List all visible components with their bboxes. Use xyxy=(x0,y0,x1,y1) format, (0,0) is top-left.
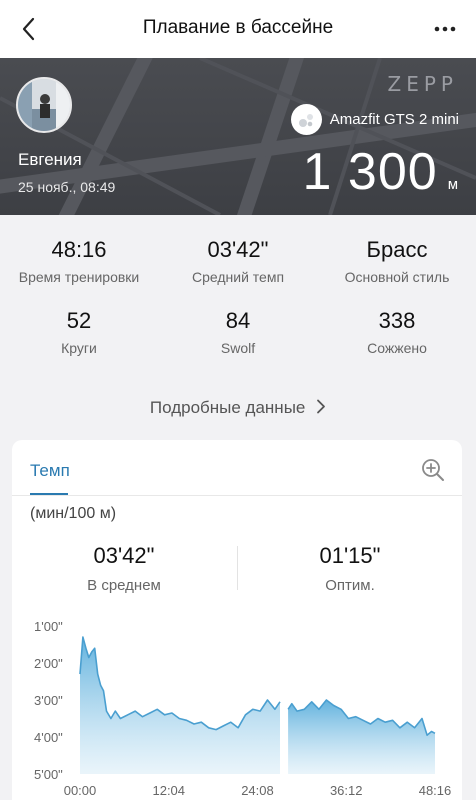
stat-value: Брасс xyxy=(366,237,428,262)
workout-header: ZEPP Евгения 25 нояб., 08:49 Amazfit GTS… xyxy=(0,58,476,215)
device-info: Amazfit GTS 2 mini xyxy=(290,104,459,135)
metric-optimal: 01'15" Оптим. xyxy=(250,543,450,594)
stat-label: Swolf xyxy=(220,340,256,356)
stat-label: Основной стиль xyxy=(344,269,450,285)
x-tick-label: 24:08 xyxy=(241,783,274,798)
stat-calories: 338 Сожжено xyxy=(318,308,476,356)
y-tick-label: 1'00" xyxy=(34,619,63,634)
stat-value: 03'42" xyxy=(207,237,269,262)
device-name: Amazfit GTS 2 mini xyxy=(329,111,459,128)
page-title: Плавание в бассейне xyxy=(142,17,334,38)
pace-chart: 1'00" 2'00" 3'00" 4'00" 5'00"00:00 12:04 24:08… xyxy=(34,619,452,798)
pace-chart-container[interactable]: 1'00" 2'00" 3'00" 4'00" 5'00" 00:00 12:04 24:08… xyxy=(12,610,462,800)
pace-card: Темп (мин/100 м) 03'42" В среднем 01'15"… xyxy=(12,440,462,800)
zoom-button[interactable] xyxy=(420,457,446,483)
distance-unit: м xyxy=(447,176,458,193)
y-tick-label: 5'00" xyxy=(34,767,63,782)
metric-label: Оптим. xyxy=(325,577,375,594)
x-tick-label: 36:12 xyxy=(330,783,363,798)
y-tick-label: 4'00" xyxy=(34,730,63,745)
metric-label: В среднем xyxy=(87,577,161,594)
chart-unit: (мин/100 м) xyxy=(30,505,117,522)
stat-label: Круги xyxy=(61,340,97,356)
stat-duration: 48:16 Время тренировки xyxy=(0,237,158,285)
tab-pace[interactable]: Темп xyxy=(30,461,70,481)
divider xyxy=(237,546,238,590)
stats-grid: 48:16 Время тренировки 03'42" Средний те… xyxy=(0,215,476,440)
brand-logo: ZEPP xyxy=(387,72,458,96)
chevron-right-icon xyxy=(317,399,326,414)
metric-value: 01'15" xyxy=(319,543,381,568)
y-tick-label: 2'00" xyxy=(34,656,63,671)
details-link[interactable]: Подробные данные xyxy=(0,398,476,418)
x-tick-label: 00:00 xyxy=(64,783,97,798)
more-button[interactable] xyxy=(428,14,462,44)
workout-date: 25 нояб., 08:49 xyxy=(18,179,116,195)
stat-value: 84 xyxy=(225,308,251,333)
user-name: Евгения xyxy=(18,150,82,169)
metric-average: 03'42" В среднем xyxy=(24,543,224,594)
stat-label: Сожжено xyxy=(367,340,427,356)
stat-main-style: Брасс Основной стиль xyxy=(318,237,476,285)
metric-value: 03'42" xyxy=(93,543,155,568)
distance: 1 300 м xyxy=(303,142,458,202)
stat-label: Средний темп xyxy=(191,269,285,285)
divider xyxy=(12,495,462,496)
stat-label: Время тренировки xyxy=(18,269,140,285)
x-tick-label: 48:16 xyxy=(419,783,452,798)
y-tick-label: 3'00" xyxy=(34,693,63,708)
distance-value: 1 300 xyxy=(302,143,438,201)
stat-avg-pace: 03'42" Средний темп xyxy=(159,237,317,285)
x-tick-label: 12:04 xyxy=(152,783,185,798)
avatar[interactable] xyxy=(16,77,72,133)
stat-value: 52 xyxy=(66,308,92,333)
stat-value: 338 xyxy=(378,308,416,333)
watch-icon xyxy=(290,104,322,135)
details-link-label: Подробные данные xyxy=(149,398,306,417)
zoom-in-icon xyxy=(422,459,444,481)
stat-laps: 52 Круги xyxy=(0,308,158,356)
avatar-photo xyxy=(18,79,70,131)
top-nav: Плавание в бассейне xyxy=(0,0,476,58)
pace-area-segment-2 xyxy=(288,700,435,774)
stat-swolf: 84 Swolf xyxy=(159,308,317,356)
pace-area-segment-1 xyxy=(80,637,280,774)
more-horizontal-icon xyxy=(434,26,456,32)
stat-value: 48:16 xyxy=(51,237,107,262)
